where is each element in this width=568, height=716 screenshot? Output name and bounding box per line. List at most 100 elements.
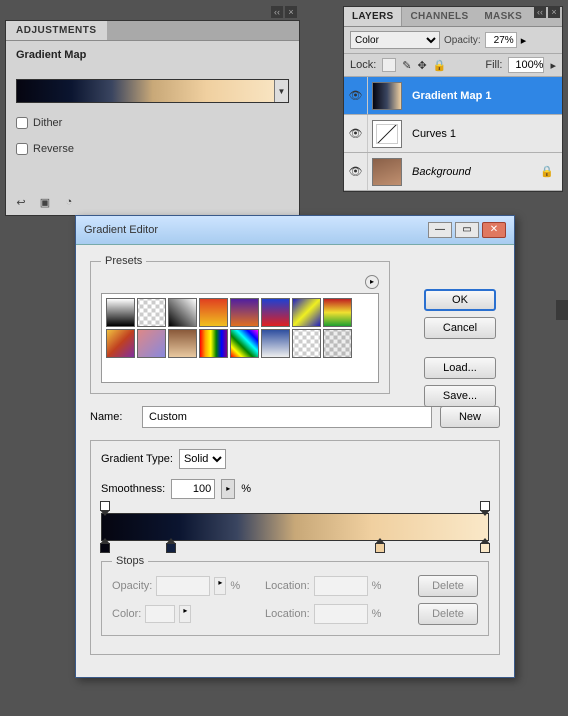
gradient-fieldset: Gradient Type: Solid Smoothness: ▸ % Sto… — [90, 440, 500, 655]
collapse-icon[interactable]: ‹‹ — [534, 6, 546, 18]
preset-swatch[interactable] — [230, 329, 259, 358]
stop-location-pct-2: % — [372, 608, 382, 620]
smoothness-stepper-icon[interactable]: ▸ — [221, 479, 235, 499]
preset-swatch[interactable] — [168, 329, 197, 358]
dialog-titlebar[interactable]: Gradient Editor — ▭ ✕ — [76, 216, 514, 245]
back-icon[interactable]: ↩ — [12, 193, 30, 211]
preset-swatch[interactable] — [106, 329, 135, 358]
layer-row[interactable]: 👁 Background🔒 — [344, 153, 562, 191]
reverse-checkbox-row[interactable]: Reverse — [16, 143, 289, 155]
layer-thumbnail[interactable] — [372, 158, 402, 186]
preset-swatch[interactable] — [230, 298, 259, 327]
color-stop[interactable] — [100, 543, 110, 553]
save-button[interactable]: Save... — [424, 385, 496, 407]
dither-checkbox[interactable] — [16, 117, 28, 129]
layers-tab[interactable]: LAYERS — [344, 7, 402, 26]
preset-swatch[interactable] — [168, 298, 197, 327]
masks-tab[interactable]: MASKS — [476, 7, 530, 26]
visibility-icon[interactable]: 👁 — [344, 115, 368, 152]
opacity-label: Opacity: — [444, 35, 481, 46]
layer-thumbnail[interactable] — [372, 120, 402, 148]
delete-opacity-stop-button: Delete — [418, 575, 478, 597]
lock-icon: 🔒 — [540, 165, 562, 178]
visibility-icon[interactable]: 👁 — [344, 77, 368, 114]
new-button[interactable]: New — [440, 406, 500, 428]
preset-swatch[interactable] — [292, 298, 321, 327]
close-icon[interactable]: × — [548, 6, 560, 18]
reverse-checkbox[interactable] — [16, 143, 28, 155]
gradient-dropdown-icon[interactable]: ▼ — [274, 80, 288, 102]
gradient-preview[interactable]: ▼ — [16, 79, 289, 103]
layer-options: Color Opacity: ▸ — [344, 27, 562, 54]
adjustments-footer: ↩ ▣ ◔ — [12, 193, 78, 211]
lock-row: Lock: ✎ ✥ 🔒 Fill: ▸ — [344, 54, 562, 77]
stop-opacity-label: Opacity: — [112, 580, 152, 592]
name-input[interactable] — [142, 406, 432, 428]
presets-legend: Presets — [101, 255, 146, 267]
load-button[interactable]: Load... — [424, 357, 496, 379]
blend-mode-select[interactable]: Color — [350, 31, 440, 49]
opacity-stop[interactable] — [480, 501, 490, 511]
dither-checkbox-row[interactable]: Dither — [16, 117, 289, 129]
close-icon[interactable]: × — [285, 6, 297, 18]
new-adj-icon[interactable]: ▣ — [36, 193, 54, 211]
clip-icon[interactable]: ◔ — [60, 193, 78, 211]
smoothness-input[interactable] — [171, 479, 215, 499]
preset-swatch[interactable] — [106, 298, 135, 327]
lock-all-icon[interactable]: 🔒 — [433, 59, 447, 72]
preset-swatch[interactable] — [137, 329, 166, 358]
collapse-icon[interactable]: ‹‹ — [271, 6, 283, 18]
fill-input[interactable] — [508, 57, 544, 73]
minimize-icon[interactable]: — — [428, 222, 452, 238]
lock-label: Lock: — [350, 59, 376, 71]
smoothness-pct: % — [241, 483, 251, 495]
lock-position-icon[interactable]: ✥ — [418, 59, 427, 72]
opacity-stepper-icon: ▸ — [214, 577, 226, 595]
layer-row[interactable]: 👁 Gradient Map 1 — [344, 77, 562, 115]
preset-swatch[interactable] — [261, 298, 290, 327]
preset-swatch[interactable] — [292, 329, 321, 358]
opacity-input[interactable] — [485, 32, 517, 48]
gradient-type-select[interactable]: Solid — [179, 449, 226, 469]
gradient-bar[interactable] — [101, 513, 489, 541]
opacity-flyout-icon[interactable]: ▸ — [521, 34, 527, 47]
gradient-editor-strip[interactable] — [101, 513, 489, 541]
layers-panel: ‹‹ × LAYERS CHANNELS MASKS Color Opacity… — [343, 6, 563, 192]
layer-row[interactable]: 👁 Curves 1 — [344, 115, 562, 153]
stops-legend: Stops — [112, 555, 148, 567]
lock-transparency-icon[interactable] — [382, 58, 396, 72]
close-icon[interactable]: ✕ — [482, 222, 506, 238]
dither-label: Dither — [33, 117, 62, 129]
ok-button[interactable]: OK — [424, 289, 496, 311]
color-stepper-icon: ▸ — [179, 605, 191, 623]
opacity-stop[interactable] — [100, 501, 110, 511]
preset-swatch[interactable] — [137, 298, 166, 327]
preset-swatch[interactable] — [323, 329, 352, 358]
presets-menu-icon[interactable]: ▸ — [365, 275, 379, 289]
preset-swatch[interactable] — [199, 329, 228, 358]
cancel-button[interactable]: Cancel — [424, 317, 496, 339]
fill-flyout-icon[interactable]: ▸ — [550, 59, 556, 72]
delete-color-stop-button: Delete — [418, 603, 478, 625]
smoothness-row: Smoothness: ▸ % — [101, 479, 489, 499]
layer-thumbnail[interactable] — [372, 82, 402, 110]
color-stop[interactable] — [375, 543, 385, 553]
preset-swatch[interactable] — [261, 329, 290, 358]
maximize-icon[interactable]: ▭ — [455, 222, 479, 238]
layer-name[interactable]: Background — [406, 166, 540, 178]
adjustment-title: Gradient Map — [16, 49, 289, 61]
adjustments-tab[interactable]: ADJUSTMENTS — [6, 21, 107, 40]
channels-tab[interactable]: CHANNELS — [402, 7, 476, 26]
layer-name[interactable]: Gradient Map 1 — [406, 90, 562, 102]
preset-swatch[interactable] — [199, 298, 228, 327]
preset-swatch[interactable] — [323, 298, 352, 327]
preset-scroll[interactable] — [101, 293, 379, 383]
lock-paint-icon[interactable]: ✎ — [402, 59, 411, 72]
color-stop[interactable] — [166, 543, 176, 553]
visibility-icon[interactable]: 👁 — [344, 153, 368, 190]
color-stop[interactable] — [480, 543, 490, 553]
stops-fieldset: Stops Opacity: ▸ % Location: % Delete — [101, 555, 489, 636]
layer-name[interactable]: Curves 1 — [406, 128, 562, 140]
reverse-label: Reverse — [33, 143, 74, 155]
smoothness-label: Smoothness: — [101, 483, 165, 495]
